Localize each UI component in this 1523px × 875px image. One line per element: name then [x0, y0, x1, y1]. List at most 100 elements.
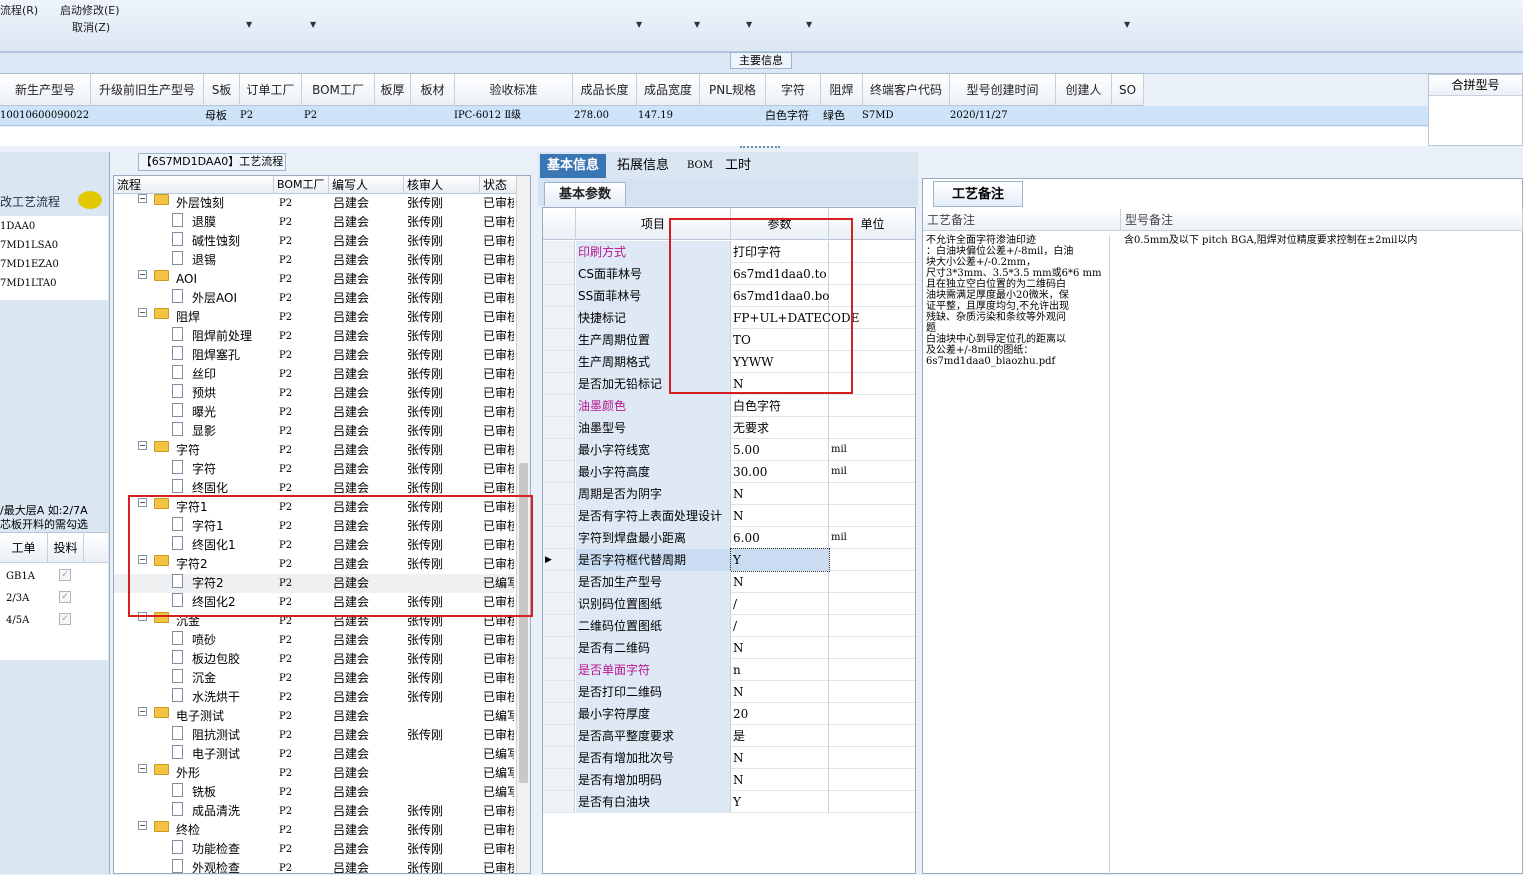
splitter-grip[interactable] [740, 146, 780, 151]
dropdown-caret-icon[interactable]: ▼ [1124, 20, 1130, 29]
param-row[interactable]: 油墨颜色 白色字符 [543, 395, 915, 417]
dropdown-caret-icon[interactable]: ▼ [694, 20, 700, 29]
param-value[interactable]: / [731, 615, 829, 637]
flow-row[interactable]: − 终检 P2 吕建会 张传刚 已审核 [114, 821, 514, 840]
model-remark-text[interactable]: 含0.5mm及以下 pitch BGA,阻焊对位精度要求控制在±2mil以内 [1124, 235, 1514, 246]
collapse-icon[interactable]: − [138, 194, 147, 203]
col-header[interactable]: 板厚 [375, 74, 411, 106]
param-row[interactable]: 是否打印二维码 N [543, 681, 915, 703]
flow-row[interactable]: 丝印 P2 吕建会 张传刚 已审核 [114, 365, 514, 384]
flow-row[interactable]: 退膜 P2 吕建会 张传刚 已审核 [114, 213, 514, 232]
feed-checkbox[interactable]: ✓ [59, 569, 71, 581]
param-value[interactable]: n [731, 659, 829, 681]
tree-col-header[interactable]: 核审人 [404, 176, 480, 194]
tab-bom[interactable]: BOM [680, 154, 720, 178]
collapse-icon[interactable]: − [138, 764, 147, 773]
flow-row[interactable]: 外层AOI P2 吕建会 张传刚 已审核 [114, 289, 514, 308]
feed-checkbox[interactable]: ✓ [59, 613, 71, 625]
param-value[interactable]: 30.00 [731, 461, 829, 483]
flow-row[interactable]: 板边包胶 P2 吕建会 张传刚 已审核 [114, 650, 514, 669]
flow-row[interactable]: − 外层蚀刻 P2 吕建会 张传刚 已审核 [114, 194, 514, 213]
tab-basic-info[interactable]: 基本信息 [540, 154, 607, 178]
param-row[interactable]: 是否有字符上表面处理设计 N [543, 505, 915, 527]
dropdown-caret-icon[interactable]: ▼ [246, 20, 252, 29]
param-value[interactable]: N [731, 571, 829, 593]
param-value[interactable]: N [731, 681, 829, 703]
flow-row[interactable]: 成品清洗 P2 吕建会 张传刚 已审核 [114, 802, 514, 821]
col-header[interactable]: BOM工厂 [302, 74, 375, 106]
param-row[interactable]: 识别码位置图纸 / [543, 593, 915, 615]
list-item[interactable]: 7MD1LSA0 [0, 240, 58, 251]
flow-row[interactable]: 功能检查 P2 吕建会 张传刚 已审核 [114, 840, 514, 859]
flow-row[interactable]: 阻抗测试 P2 吕建会 张传刚 已审核 [114, 726, 514, 745]
flow-row[interactable]: 沉金 P2 吕建会 张传刚 已审核 [114, 669, 514, 688]
col-header[interactable]: 板材 [411, 74, 455, 106]
param-value[interactable]: 是 [731, 725, 829, 747]
dropdown-caret-icon[interactable]: ▼ [636, 20, 642, 29]
param-row[interactable]: 最小字符厚度 20 [543, 703, 915, 725]
flow-row[interactable]: − AOI P2 吕建会 张传刚 已审核 [114, 270, 514, 289]
param-value[interactable]: 无要求 [731, 417, 829, 439]
flow-row[interactable]: − 字符 P2 吕建会 张传刚 已审核 [114, 441, 514, 460]
col-header[interactable]: 终端客户代码 [863, 74, 950, 106]
remarks-tab[interactable]: 工艺备注 [933, 181, 1024, 207]
param-row[interactable]: 是否有白油块 Y [543, 791, 915, 813]
dropdown-caret-icon[interactable]: ▼ [746, 20, 752, 29]
param-value[interactable]: 6.00 [731, 527, 829, 549]
feed-checkbox[interactable]: ✓ [59, 591, 71, 603]
col-header[interactable]: 订单工厂 [240, 74, 302, 106]
param-row[interactable]: 最小字符线宽 5.00 mil [543, 439, 915, 461]
col-header[interactable]: 型号创建时间 [950, 74, 1056, 106]
col-header[interactable]: 验收标准 [455, 74, 573, 106]
flow-row[interactable]: 碱性蚀刻 P2 吕建会 张传刚 已审核 [114, 232, 514, 251]
flow-row[interactable]: 电子测试 P2 吕建会 已编写 [114, 745, 514, 764]
col-header[interactable]: 阻焊 [821, 74, 863, 106]
col-header[interactable]: PNL规格 [700, 74, 766, 106]
param-value[interactable]: / [731, 593, 829, 615]
basic-params-tab[interactable]: 基本参数 [544, 182, 627, 206]
col-work-header[interactable]: 工单 [0, 533, 48, 563]
flow-row[interactable]: − 电子测试 P2 吕建会 已编写 [114, 707, 514, 726]
param-row[interactable]: 是否有增加明码 N [543, 769, 915, 791]
param-value[interactable]: Y [730, 548, 830, 572]
ribbon-start-modify-button[interactable]: 启动修改(E) [60, 2, 120, 18]
param-row[interactable]: 是否高平整度要求是 [543, 725, 915, 747]
list-item[interactable]: 7MD1LTA0 [0, 278, 57, 289]
param-row[interactable]: 字符到焊盘最小距离 6.00 mil [543, 527, 915, 549]
comment-bubble-icon[interactable] [78, 191, 102, 209]
flow-row[interactable]: 退锡 P2 吕建会 张传刚 已审核 [114, 251, 514, 270]
list-item[interactable]: 1DAA0 [0, 221, 35, 232]
param-row[interactable]: 是否有二维码 N [543, 637, 915, 659]
flow-row[interactable]: − 外形 P2 吕建会 已编写 [114, 764, 514, 783]
tree-col-header[interactable]: 状态 [480, 176, 518, 194]
dropdown-caret-icon[interactable]: ▼ [806, 20, 812, 29]
flow-row[interactable]: 水洗烘干 P2 吕建会 张传刚 已审核 [114, 688, 514, 707]
param-row[interactable]: 最小字符高度 30.00 mil [543, 461, 915, 483]
param-value[interactable]: 白色字符 [731, 395, 829, 417]
param-value[interactable]: N [731, 769, 829, 791]
collapse-icon[interactable]: − [138, 821, 147, 830]
param-value[interactable]: N [731, 637, 829, 659]
flow-row[interactable]: 显影 P2 吕建会 张传刚 已审核 [114, 422, 514, 441]
col-header[interactable]: 新生产型号 [0, 74, 91, 106]
param-row[interactable]: 是否加生产型号 N [543, 571, 915, 593]
process-remark-header[interactable]: 工艺备注 [923, 209, 1121, 231]
col-feed-header[interactable]: 投料 [48, 533, 84, 563]
flow-row[interactable]: 外观检查 P2 吕建会 张传刚 已审核 [114, 859, 514, 873]
remark-scrollbar[interactable] [1109, 235, 1119, 875]
flow-row[interactable]: 喷砂 P2 吕建会 张传刚 已审核 [114, 631, 514, 650]
param-row[interactable]: 周期是否为阴字 N [543, 483, 915, 505]
param-value[interactable]: 20 [731, 703, 829, 725]
list-item[interactable]: 7MD1EZA0 [0, 259, 59, 270]
param-row[interactable]: 是否有增加批次号 N [543, 747, 915, 769]
flow-row[interactable]: − 阻焊 P2 吕建会 张传刚 已审核 [114, 308, 514, 327]
param-value[interactable]: Y [731, 791, 829, 813]
param-row[interactable]: 二维码位置图纸 / [543, 615, 915, 637]
param-row[interactable]: ▶ 是否字符框代替周期 Y [543, 548, 915, 572]
collapse-icon[interactable]: − [138, 707, 147, 716]
tree-col-header[interactable]: BOM工厂 [274, 176, 329, 194]
col-header[interactable]: 成品长度 [573, 74, 637, 106]
col-header[interactable]: 升级前旧生产型号 [91, 74, 204, 106]
param-row[interactable]: 油墨型号 无要求 [543, 417, 915, 439]
param-value[interactable]: N [731, 483, 829, 505]
